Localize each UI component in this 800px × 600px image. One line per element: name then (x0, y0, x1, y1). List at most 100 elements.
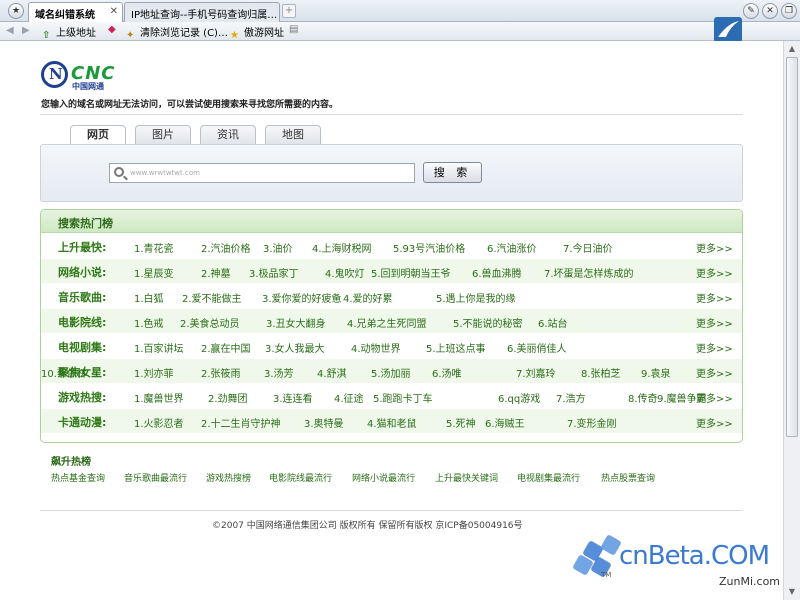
hot-keyword-link[interactable]: 6.美丽俏佳人 (507, 340, 567, 355)
hot-keyword-link[interactable]: 6.汤唯 (432, 365, 462, 380)
rising-link[interactable]: 音乐歌曲最流行 (124, 471, 187, 484)
hot-keyword-link[interactable]: 2.劲舞团 (208, 390, 248, 405)
hot-keyword-link[interactable]: 2.十二生肖守护神 (201, 415, 281, 430)
tab-inactive[interactable]: IP地址查询--手机号码查询归属… (124, 2, 280, 22)
favorites-button[interactable]: ★ 傲游网址 (230, 24, 284, 42)
hot-keyword-link[interactable]: 1.魔兽世界 (134, 390, 184, 405)
hot-keyword-link[interactable]: 7.坏蛋是怎样炼成的 (544, 265, 634, 280)
watermark-tm: TM (601, 571, 612, 579)
hot-keyword-link[interactable]: 4.鬼吹灯 (325, 265, 365, 280)
hot-keyword-link[interactable]: 5.93号汽油价格 (393, 240, 465, 255)
parent-address-button[interactable]: ⇧ 上级地址 (42, 24, 96, 42)
hot-keyword-link[interactable]: 5.死神 (446, 415, 476, 430)
rising-link[interactable]: 网络小说最流行 (352, 471, 415, 484)
tools-button[interactable]: ✎ (743, 3, 759, 19)
tab-close-icon[interactable]: ✕ (110, 6, 118, 17)
rising-link[interactable]: 上升最快关键词 (435, 471, 498, 484)
hot-keyword-link[interactable]: 7.刘嘉玲 (516, 365, 556, 380)
hot-keyword-link[interactable]: 7.变形金刚 (567, 415, 617, 430)
more-link[interactable]: 更多>> (696, 315, 733, 330)
hot-keyword-link[interactable]: 5.遇上你是我的缘 (436, 290, 516, 305)
hot-keyword-link[interactable]: 3.极品家丁 (249, 265, 299, 280)
hot-keyword-link[interactable]: 4.兄弟之生死同盟 (347, 315, 427, 330)
clear-history-button[interactable]: ✦ 清除浏览记录 (C)… (126, 24, 228, 42)
hot-keyword-link[interactable]: 1.百家讲坛 (134, 340, 184, 355)
new-tab-button[interactable]: + (282, 4, 296, 18)
hot-keyword-link[interactable]: 2.神墓 (201, 265, 231, 280)
tab-news[interactable]: 资讯 (200, 125, 256, 144)
scroll-thumb[interactable] (786, 57, 798, 437)
hot-keyword-link[interactable]: 3.丑女大翻身 (266, 315, 326, 330)
rising-link[interactable]: 游戏热搜榜 (206, 471, 251, 484)
hot-keyword-link[interactable]: 4.舒淇 (317, 365, 347, 380)
menu-button[interactable]: ★ (8, 3, 24, 19)
hot-keyword-link[interactable]: 2.汽油价格 (201, 240, 251, 255)
more-link[interactable]: 更多>> (696, 340, 733, 355)
hot-keyword-link[interactable]: 6.汽油涨价 (487, 240, 537, 255)
hot-keyword-link[interactable]: 7.浩方 (556, 390, 586, 405)
scroll-up-icon[interactable]: ▲ (787, 44, 797, 54)
hot-keyword-link[interactable]: 6.站台 (538, 315, 568, 330)
hot-keyword-link[interactable]: 2.赢在中国 (201, 340, 251, 355)
more-link[interactable]: 更多>> (696, 240, 733, 255)
hot-keyword-link[interactable]: 5.不能说的秘密 (453, 315, 523, 330)
hot-keyword-link[interactable]: 1.青花瓷 (134, 240, 174, 255)
tab-web[interactable]: 网页 (70, 125, 126, 145)
rising-link[interactable]: 热点基金查询 (51, 471, 105, 484)
more-link[interactable]: 更多>> (696, 390, 733, 405)
search-input[interactable]: www.wrwtwtwt.com (109, 163, 415, 183)
notes-icon[interactable]: ▤ (289, 24, 298, 35)
hot-keyword-link[interactable]: 4.上海财税网 (312, 240, 372, 255)
hot-keyword-link[interactable]: 4.征途 (334, 390, 364, 405)
hot-keyword-link[interactable]: 6.qq游戏 (498, 390, 540, 405)
hot-keyword-link[interactable]: 3.汤芳 (264, 365, 294, 380)
hot-keyword-link[interactable]: 3.油价 (263, 240, 293, 255)
restore-button[interactable]: ❐ (781, 3, 797, 19)
rising-link[interactable]: 电影院线最流行 (269, 471, 332, 484)
plugin-icon[interactable]: ◆ (108, 24, 116, 35)
hot-keyword-link[interactable]: 1.刘亦菲 (134, 365, 174, 380)
hot-keyword-link[interactable]: 10.蔡依林 (41, 365, 87, 380)
back-icon[interactable]: ◀ (6, 25, 14, 36)
hot-keyword-link[interactable]: 8.张柏芝 (581, 365, 621, 380)
hot-keyword-link[interactable]: 9.袁泉 (641, 365, 671, 380)
hot-keyword-link[interactable]: 2.张筱雨 (201, 365, 241, 380)
hot-keyword-link[interactable]: 3.奥特曼 (304, 415, 344, 430)
rising-link[interactable]: 电视剧集最流行 (517, 471, 580, 484)
hot-keyword-link[interactable]: 8.传奇 (628, 390, 658, 405)
hot-keyword-link[interactable]: 7.今日油价 (563, 240, 613, 255)
hot-keyword-link[interactable]: 2.美食总动员 (180, 315, 240, 330)
more-link[interactable]: 更多>> (696, 415, 733, 430)
hot-keyword-link[interactable]: 1.色戒 (134, 315, 164, 330)
hot-keyword-link[interactable]: 4.动物世界 (351, 340, 401, 355)
parent-address-label: 上级地址 (56, 28, 96, 39)
hot-keyword-link[interactable]: 5.上班这点事 (426, 340, 486, 355)
hot-keyword-link[interactable]: 3.爱你爱的好疲惫 (262, 290, 342, 305)
window-close-button[interactable]: ✕ (762, 3, 778, 19)
tab-map[interactable]: 地图 (265, 125, 321, 144)
more-link[interactable]: 更多>> (696, 265, 733, 280)
hot-keyword-link[interactable]: 2.爱不能做主 (182, 290, 242, 305)
hot-keyword-link[interactable]: 6.兽血沸腾 (472, 265, 522, 280)
hot-keyword-link[interactable]: 4.猫和老鼠 (367, 415, 417, 430)
vertical-scrollbar[interactable]: ▲ ▼ (783, 41, 800, 600)
search-placeholder: www.wrwtwtwt.com (130, 169, 200, 177)
hot-keyword-link[interactable]: 1.白狐 (134, 290, 164, 305)
more-link[interactable]: 更多>> (696, 290, 733, 305)
hot-keyword-link[interactable]: 5.跑跑卡丁车 (373, 390, 433, 405)
more-link[interactable]: 更多>> (696, 365, 733, 380)
hot-keyword-link[interactable]: 3.女人我最大 (265, 340, 325, 355)
rising-link[interactable]: 热点股票查询 (601, 471, 655, 484)
hot-keyword-link[interactable]: 5.回到明朝当王爷 (371, 265, 451, 280)
hot-keyword-link[interactable]: 6.海贼王 (485, 415, 525, 430)
tab-images[interactable]: 图片 (135, 125, 191, 144)
tab-active[interactable]: 域名纠错系统 ✕ (28, 2, 123, 22)
hot-keyword-link[interactable]: 1.星辰变 (134, 265, 174, 280)
scroll-down-icon[interactable]: ▼ (787, 587, 797, 597)
hot-keyword-link[interactable]: 1.火影忍者 (134, 415, 184, 430)
hot-keyword-link[interactable]: 4.爱的好累 (343, 290, 393, 305)
forward-icon[interactable]: ▶ (22, 25, 30, 36)
hot-keyword-link[interactable]: 5.汤加丽 (371, 365, 411, 380)
search-button[interactable]: 搜 索 (423, 162, 482, 183)
hot-keyword-link[interactable]: 3.连连看 (273, 390, 313, 405)
